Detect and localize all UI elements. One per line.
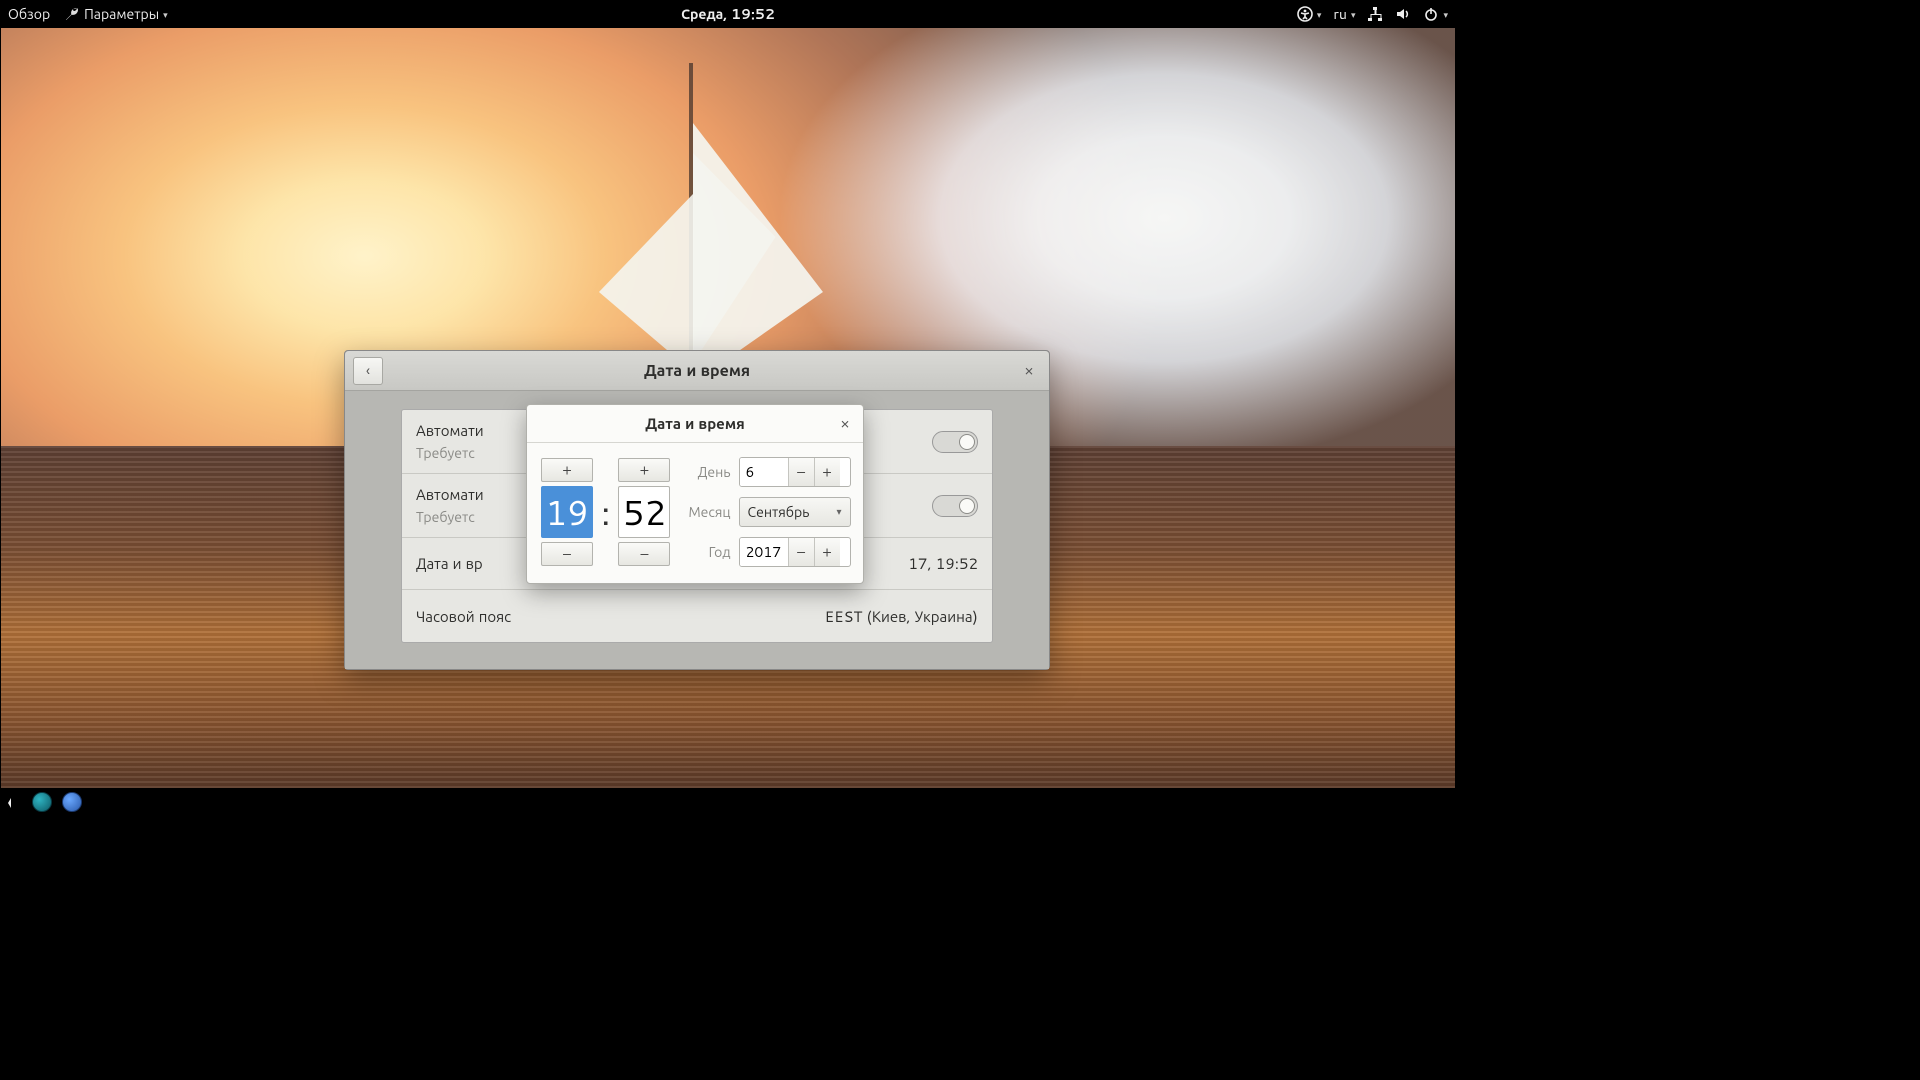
network-wired-icon [1367,6,1383,22]
hours-value: 19 [543,488,590,536]
accessibility-menu[interactable]: ▾ [1297,6,1322,22]
power-icon [1423,6,1439,22]
month-value: Сентябрь [748,502,810,522]
row-title: Дата и вр [416,553,483,574]
popover-close-button[interactable]: × [831,409,859,437]
chevron-left-icon: ‹ [366,360,370,381]
popover-title: Дата и время [645,413,744,434]
day-input[interactable] [740,458,788,486]
app-menu[interactable]: Параметры ▾ [64,4,168,24]
year-input[interactable] [740,538,788,566]
year-decrement-button[interactable]: – [788,538,814,566]
hours-decrement-button[interactable]: – [541,542,593,566]
day-stepper: – + [739,457,851,487]
popover-header: Дата и время × [527,405,863,443]
day-decrement-button[interactable]: – [788,458,814,486]
year-increment-button[interactable]: + [814,538,840,566]
auto-timezone-switch[interactable] [932,495,978,517]
row-subtitle: Требуетс [416,443,484,463]
month-select[interactable]: Сентябрь ▾ [739,497,851,527]
time-editor: + 19 – : + 52 – [541,457,670,567]
row-title: Автомати [416,484,484,505]
close-icon: × [840,413,850,434]
minutes-increment-button[interactable]: + [618,458,670,482]
year-label: Год [688,542,730,562]
day-label: День [688,462,730,482]
network-menu[interactable] [1367,6,1383,22]
volume-menu[interactable] [1395,6,1411,22]
accessibility-icon [1297,6,1313,22]
close-icon: × [1024,360,1034,381]
row-value: 17, 19:52 [908,553,978,574]
minutes-value: 52 [621,488,668,536]
volume-icon [1395,6,1411,22]
back-button[interactable]: ‹ [353,357,383,385]
date-editor: День – + Месяц Сентябрь ▾ Год – + [688,457,850,567]
clock-label: Среда, 19:52 [681,4,775,24]
activities-label: Обзор [8,4,50,24]
app-menu-label: Параметры [84,4,159,24]
row-title: Часовой пояс [416,606,511,627]
row-timezone[interactable]: Часовой пояс EEST (Киев, Украина) [402,590,992,642]
row-subtitle: Требуетс [416,507,484,527]
wrench-icon [64,6,80,22]
hours-field[interactable]: 19 [541,486,593,538]
row-value: EEST (Киев, Украина) [825,606,978,627]
window-title: Дата и время [644,359,750,382]
panel-clock[interactable]: Среда, 19:52 [681,4,775,24]
row-title: Автомати [416,420,484,441]
dock-app-1[interactable] [32,792,52,812]
show-desktop-button[interactable] [6,794,22,810]
year-stepper: – + [739,537,851,567]
hours-increment-button[interactable]: + [541,458,593,482]
minutes-decrement-button[interactable]: – [618,542,670,566]
chevron-down-icon: ▾ [163,8,168,21]
chevron-down-icon: ▾ [1317,8,1322,21]
day-increment-button[interactable]: + [814,458,840,486]
auto-datetime-switch[interactable] [932,431,978,453]
top-panel: Обзор Параметры ▾ Среда, 19:52 ▾ ru ▾ [0,0,1456,28]
chevron-down-icon: ▾ [1351,8,1356,21]
keyboard-layout-menu[interactable]: ru ▾ [1333,4,1355,24]
minutes-field[interactable]: 52 [618,486,670,538]
activities-button[interactable]: Обзор [8,4,50,24]
chevron-down-icon: ▾ [1443,8,1448,21]
month-label: Месяц [688,502,730,522]
dock-app-2[interactable] [62,792,82,812]
datetime-popover: Дата и время × + 19 – : + 52 – Ден [526,404,864,584]
window-titlebar: ‹ Дата и время × [345,351,1049,391]
window-close-button[interactable]: × [1015,357,1043,385]
chevron-down-icon: ▾ [837,505,842,519]
layout-label: ru [1333,4,1347,24]
time-separator: : [601,488,610,536]
system-menu[interactable]: ▾ [1423,6,1448,22]
bottom-panel [0,788,1456,816]
